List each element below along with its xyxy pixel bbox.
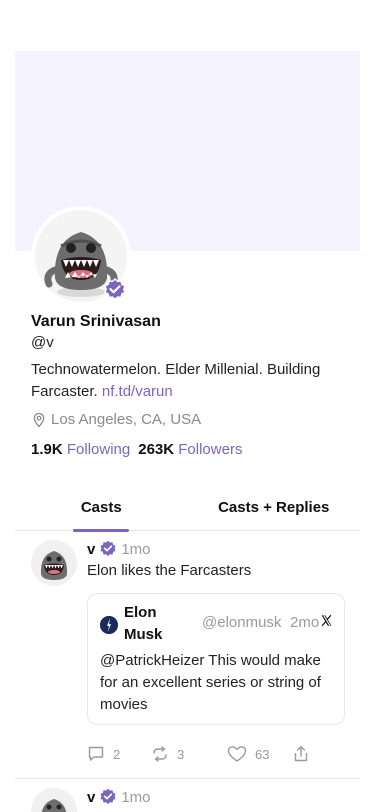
like-count: 63 [255,746,270,762]
cast-avatar[interactable] [31,540,77,586]
share-button[interactable] [293,745,309,763]
following-label: Following [66,441,131,458]
cast-timestamp: 1mo [121,788,151,806]
cast-avatar[interactable] [31,788,77,812]
share-icon [293,745,309,763]
cast-username[interactable]: v [87,541,95,558]
verified-badge-icon [103,278,127,302]
like-button[interactable]: 63 [227,745,287,763]
cast-item[interactable]: v 1mo Elon likes the Farcasters Elon Mus… [15,540,360,780]
cast-item[interactable]: v 1mo [15,788,360,812]
followers-label: Followers [178,441,243,458]
following-link[interactable]: 1.9K Following [31,441,130,458]
recast-count: 3 [177,746,185,762]
profile-handle: @v [31,334,54,351]
bio-link[interactable]: nf.td/varun [102,383,173,400]
followers-count: 263K [138,441,175,458]
profile-location: Los Angeles, CA, USA [31,411,201,428]
cast-text: Elon likes the Farcasters [87,562,252,579]
profile-stats: 1.9K Following 263K Followers [31,441,242,458]
location-text: Los Angeles, CA, USA [51,411,202,428]
profile-name: Varun Srinivasan [31,313,161,330]
verified-badge-icon [99,540,117,558]
reply-button[interactable]: 2 [87,745,151,763]
comment-icon [87,745,105,763]
verified-badge-icon [99,788,117,806]
location-pin-icon [31,412,47,428]
following-count: 1.9K [31,441,63,458]
profile-bio: Technowatermelon. Elder Millenial. Build… [31,359,351,403]
cast-header: v 1mo [87,540,151,558]
bio-text: Technowatermelon. Elder Millenial. Build… [31,361,321,400]
quoted-author-handle: @elonmusk [202,614,282,631]
cast-divider [15,778,360,779]
quoted-author-avatar [100,616,118,634]
reply-count: 2 [113,746,121,762]
quoted-timestamp: 2mo [290,614,320,631]
tab-casts[interactable]: Casts [15,484,188,530]
quoted-cast[interactable]: Elon Musk @elonmusk 2mo @PatrickHeizer T… [87,593,345,725]
cast-header: v 1mo [87,788,151,806]
cast-username[interactable]: v [87,789,95,806]
recast-icon [151,745,169,763]
heart-icon [227,745,247,763]
quoted-author-name: Elon Musk [124,604,163,643]
recast-button[interactable]: 3 [151,745,227,763]
tab-casts-replies[interactable]: Casts + Replies [188,484,361,530]
cast-timestamp: 1mo [121,540,151,558]
quoted-text: @PatrickHeizer This would make for an ex… [100,652,321,713]
cast-actions: 2 3 63 [87,745,309,763]
followers-link[interactable]: 263K Followers [138,441,242,458]
profile-tabs: Casts Casts + Replies [15,484,360,531]
x-logo-icon [320,614,333,627]
